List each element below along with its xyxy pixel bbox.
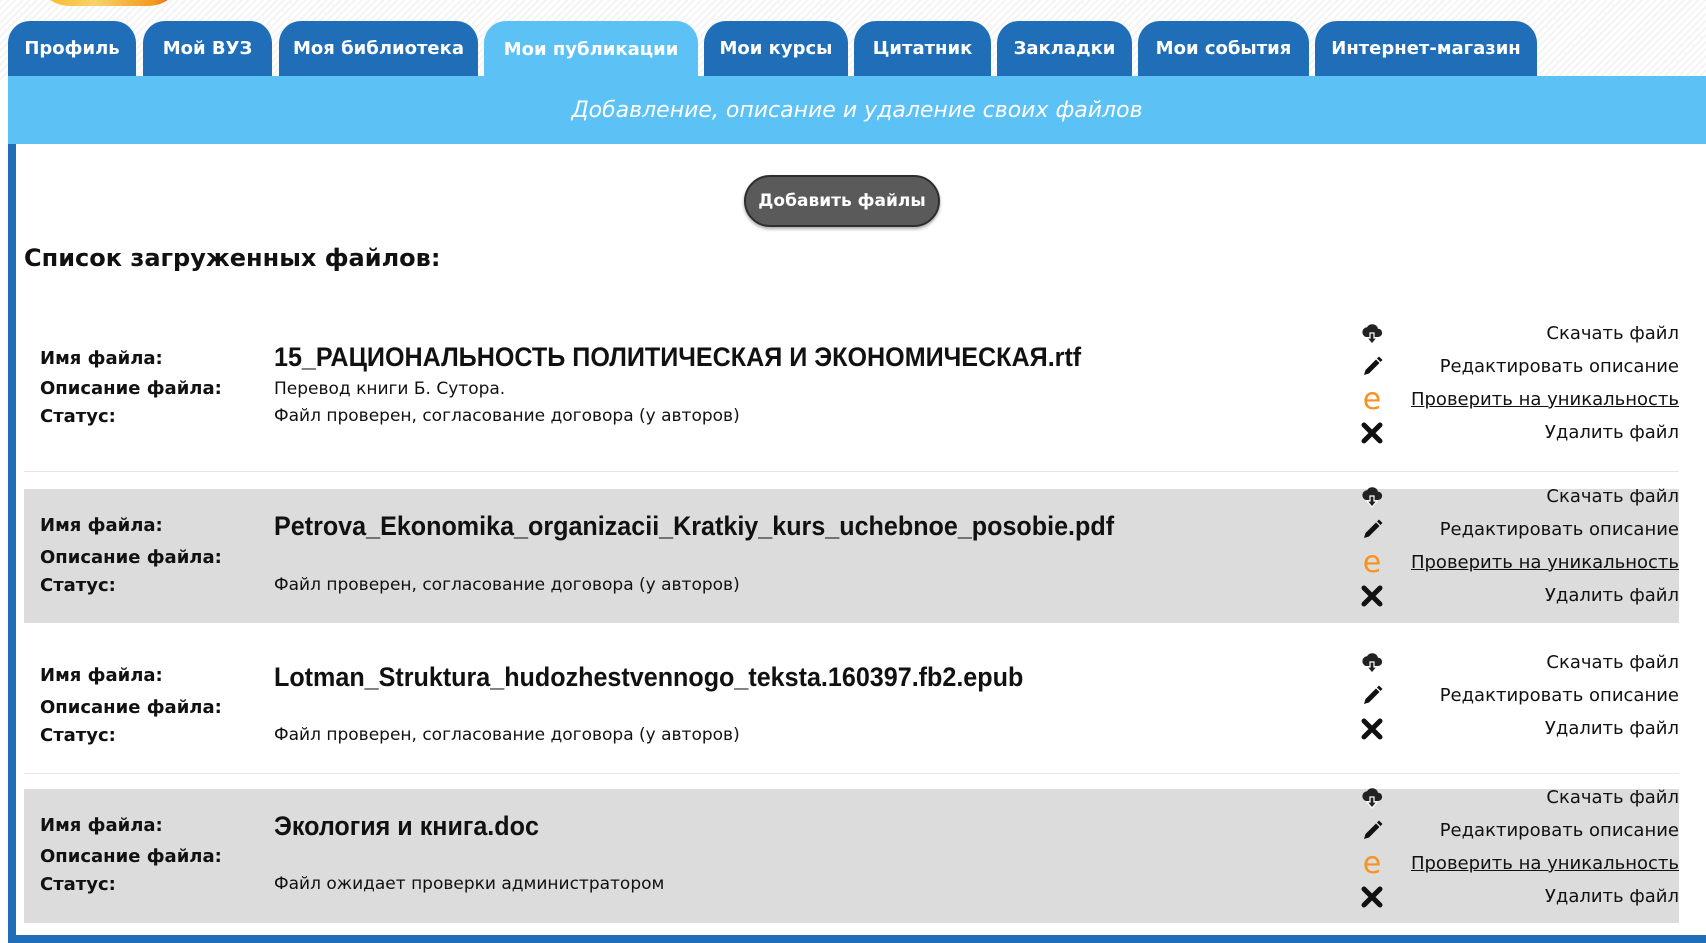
file-status-label: Статус: (40, 406, 116, 427)
tab-bookmarks[interactable]: Закладки (997, 21, 1132, 77)
edit-description-action[interactable]: Редактировать описание (1349, 681, 1679, 711)
edit-description-link[interactable]: Редактировать описание (1440, 519, 1679, 540)
file-status: Файл ожидает проверки администратором (274, 874, 665, 894)
file-description-label: Описание файла: (40, 846, 222, 867)
close-x-icon[interactable] (1359, 884, 1385, 910)
cloud-download-icon[interactable] (1359, 321, 1385, 347)
check-uniqueness-link[interactable]: Проверить на уникальность (1411, 389, 1679, 410)
check-uniqueness-action[interactable]: e Проверить на уникальность (1349, 548, 1679, 578)
file-status: Файл проверен, согласование договора (у … (274, 406, 740, 426)
download-file-action[interactable]: Скачать файл (1349, 482, 1679, 512)
edit-description-link[interactable]: Редактировать описание (1440, 356, 1679, 377)
file-name-label: Имя файла: (40, 515, 163, 536)
delete-file-link[interactable]: Удалить файл (1545, 585, 1679, 606)
tab-my-publications[interactable]: Мои публикации (484, 21, 698, 77)
tab-my-events[interactable]: Мои события (1138, 21, 1309, 77)
file-status-label: Статус: (40, 874, 116, 895)
section-banner: Добавление, описание и удаление своих фа… (8, 76, 1706, 144)
antiplagiarism-e-icon[interactable]: e (1359, 385, 1385, 415)
close-x-icon[interactable] (1359, 716, 1385, 742)
check-uniqueness-action[interactable]: e Проверить на уникальность (1349, 849, 1679, 879)
pencil-icon[interactable] (1359, 354, 1385, 380)
delete-file-link[interactable]: Удалить файл (1545, 718, 1679, 739)
pencil-icon[interactable] (1359, 517, 1385, 543)
tab-my-university[interactable]: Мой ВУЗ (143, 21, 272, 77)
tab-profile[interactable]: Профиль (8, 21, 136, 77)
file-name-label: Имя файла: (40, 665, 163, 686)
main-tabs: Профиль Мой ВУЗ Моя библиотека Мои публи… (8, 21, 1706, 77)
delete-file-link[interactable]: Удалить файл (1545, 886, 1679, 907)
file-description-label: Описание файла: (40, 378, 222, 399)
delete-file-action[interactable]: Удалить файл (1349, 882, 1679, 912)
tab-my-courses[interactable]: Мои курсы (704, 21, 848, 77)
file-description-label: Описание файла: (40, 547, 222, 568)
file-status: Файл проверен, согласование договора (у … (274, 575, 740, 595)
pencil-icon[interactable] (1359, 683, 1385, 709)
edit-description-link[interactable]: Редактировать описание (1440, 820, 1679, 841)
check-uniqueness-link[interactable]: Проверить на уникальность (1411, 552, 1679, 573)
delete-file-action[interactable]: Удалить файл (1349, 714, 1679, 744)
download-file-action[interactable]: Скачать файл (1349, 319, 1679, 349)
download-file-action[interactable]: Скачать файл (1349, 783, 1679, 813)
file-name: Экология и книга.doc (274, 811, 539, 841)
download-file-link[interactable]: Скачать файл (1546, 652, 1679, 673)
delete-file-action[interactable]: Удалить файл (1349, 418, 1679, 448)
edit-description-action[interactable]: Редактировать описание (1349, 352, 1679, 382)
cloud-download-icon[interactable] (1359, 484, 1385, 510)
check-uniqueness-action[interactable]: e Проверить на уникальность (1349, 385, 1679, 415)
file-name-label: Имя файла: (40, 348, 163, 369)
edit-description-link[interactable]: Редактировать описание (1440, 685, 1679, 706)
file-name-label: Имя файла: (40, 815, 163, 836)
file-name: 15_РАЦИОНАЛЬНОСТЬ ПОЛИТИЧЕСКАЯ И ЭКОНОМИ… (274, 342, 1082, 372)
file-list-title: Список загруженных файлов: (24, 244, 441, 272)
file-row: Имя файла: Описание файла: Статус: Petro… (24, 486, 1679, 623)
cloud-download-icon[interactable] (1359, 650, 1385, 676)
edit-description-action[interactable]: Редактировать описание (1349, 515, 1679, 545)
file-row: Имя файла: Описание файла: Статус: Эколо… (24, 787, 1679, 923)
check-uniqueness-link[interactable]: Проверить на уникальность (1411, 853, 1679, 874)
tab-my-library[interactable]: Моя библиотека (279, 21, 478, 77)
antiplagiarism-e-icon[interactable]: e (1359, 849, 1385, 879)
file-row: Имя файла: Описание файла: Статус: 15_РА… (24, 316, 1679, 472)
file-name: Petrova_Ekonomika_organizacii_Kratkiy_ku… (274, 511, 1115, 541)
pencil-icon[interactable] (1359, 818, 1385, 844)
file-description-label: Описание файла: (40, 697, 222, 718)
file-row: Имя файла: Описание файла: Статус: Lotma… (24, 640, 1679, 774)
file-description: Перевод книги Б. Сутора. (274, 379, 506, 399)
tab-quotes[interactable]: Цитатник (854, 21, 991, 77)
banner-text: Добавление, описание и удаление своих фа… (571, 97, 1143, 123)
file-status-label: Статус: (40, 725, 116, 746)
close-x-icon[interactable] (1359, 583, 1385, 609)
add-files-button[interactable]: Добавить файлы (744, 175, 940, 227)
file-name: Lotman_Struktura_hudozhestvennogo_teksta… (274, 662, 1024, 692)
close-x-icon[interactable] (1359, 420, 1385, 446)
download-file-link[interactable]: Скачать файл (1546, 787, 1679, 808)
download-file-link[interactable]: Скачать файл (1546, 486, 1679, 507)
download-file-link[interactable]: Скачать файл (1546, 323, 1679, 344)
download-file-action[interactable]: Скачать файл (1349, 648, 1679, 678)
edit-description-action[interactable]: Редактировать описание (1349, 816, 1679, 846)
antiplagiarism-e-icon[interactable]: e (1359, 548, 1385, 578)
file-status-label: Статус: (40, 575, 116, 596)
delete-file-link[interactable]: Удалить файл (1545, 422, 1679, 443)
file-status: Файл проверен, согласование договора (у … (274, 725, 740, 745)
tab-online-store[interactable]: Интернет-магазин (1315, 21, 1537, 77)
delete-file-action[interactable]: Удалить файл (1349, 581, 1679, 611)
cloud-download-icon[interactable] (1359, 785, 1385, 811)
